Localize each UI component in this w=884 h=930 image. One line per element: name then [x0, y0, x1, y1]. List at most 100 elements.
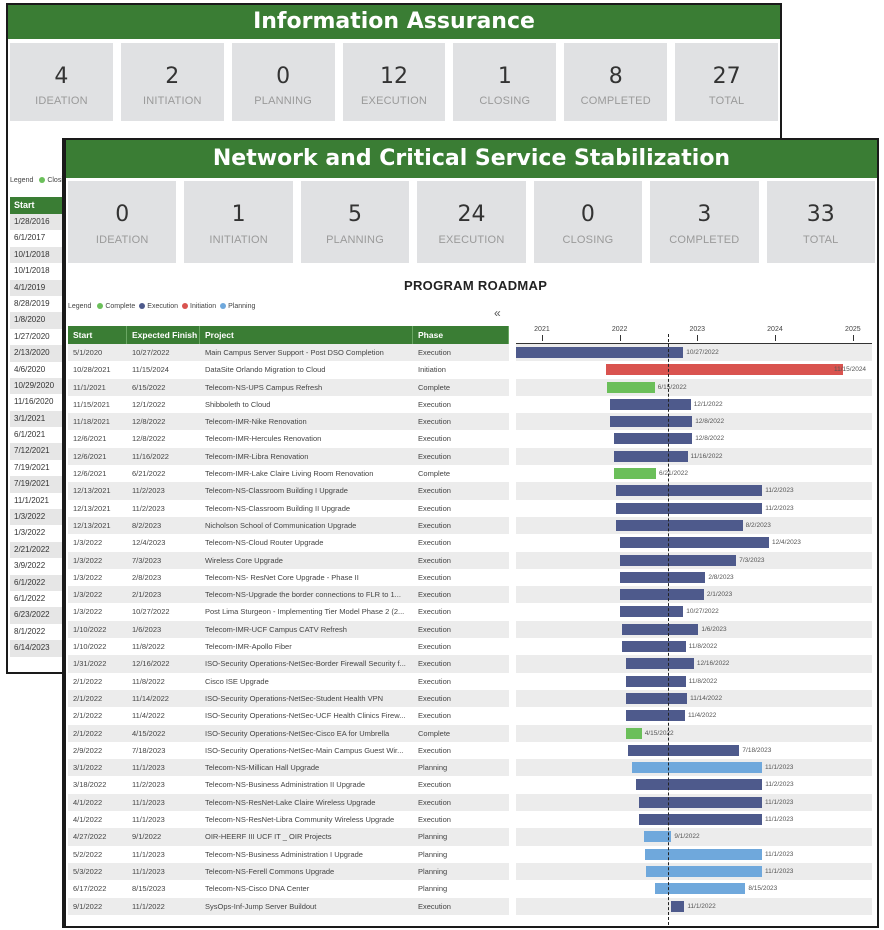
gantt-bar[interactable] — [615, 502, 763, 514]
table-row[interactable]: 4/1/2022 11/1/2023 Telecom-NS-ResNet-Libra… — [68, 811, 509, 828]
table-row[interactable]: 9/1/2022 11/1/2022 SysOps-Inf-Jump Server … — [68, 897, 509, 915]
gantt-bar[interactable] — [626, 692, 688, 704]
table-row[interactable]: 5/2/2022 11/1/2023 Telecom-NS-Business Adm… — [68, 846, 509, 863]
table-row[interactable]: 3/1/2022 11/1/2023 Telecom-NS-Millican Hal… — [68, 759, 509, 777]
table-row[interactable]: 2/1/2022 11/14/2022 ISO-Security Operation… — [68, 689, 509, 708]
table-row[interactable]: 12/13/2021 11/2/2023 Telecom-NS-Classroom … — [68, 482, 509, 500]
column-header-phase[interactable]: Phase — [413, 326, 509, 344]
start-date-cell: 2/13/2020 — [10, 345, 64, 362]
table-row[interactable]: 12/6/2021 12/8/2022 Telecom-IMR-Hercules R… — [68, 430, 509, 447]
today-marker-line — [668, 334, 669, 926]
gantt-bar[interactable] — [638, 796, 762, 808]
gantt-bar[interactable] — [632, 762, 762, 774]
gantt-bar-label: 11/2/2023 — [765, 504, 794, 512]
start-cell: 4/27/2022 — [73, 832, 107, 842]
table-row[interactable]: 11/15/2021 12/1/2022 Shibboleth to Cloud Ex… — [68, 396, 509, 413]
gantt-bar[interactable] — [621, 641, 686, 653]
finish-cell: 8/15/2023 — [132, 884, 166, 894]
table-row[interactable]: 10/28/2021 11/15/2024 DataSite Orlando Mig… — [68, 361, 509, 378]
table-row[interactable]: 1/3/2022 2/8/2023 Telecom-NS- ResNet Core … — [68, 569, 509, 586]
gantt-bar[interactable] — [615, 485, 763, 497]
gantt-bar[interactable] — [620, 606, 684, 618]
finish-cell: 12/16/2022 — [132, 659, 170, 669]
gantt-bar[interactable] — [615, 519, 743, 531]
project-cell: Telecom-IMR-UCF Campus CATV Refresh — [205, 624, 347, 634]
gantt-bar[interactable] — [638, 814, 762, 826]
gantt-bar-label: 11/16/2022 — [690, 452, 723, 460]
gantt-bar[interactable] — [621, 623, 699, 635]
kpi-tile-initiation: 2 INITIATION — [120, 43, 224, 121]
table-row[interactable]: 12/13/2021 11/2/2023 Telecom-NS-Classroom … — [68, 500, 509, 517]
gantt-bar[interactable] — [671, 900, 685, 912]
start-cell: 12/6/2021 — [73, 469, 107, 479]
table-row[interactable]: 11/18/2021 12/8/2022 Telecom-IMR-Nike Reno… — [68, 413, 509, 431]
gantt-bar[interactable] — [610, 416, 693, 428]
table-row[interactable]: 11/1/2021 6/15/2022 Telecom-NS-UPS Campus … — [68, 378, 509, 396]
kpi-tile-closing: 0 CLOSING — [533, 181, 643, 263]
table-row[interactable]: 1/10/2022 1/6/2023 Telecom-IMR-UCF Campus … — [68, 620, 509, 639]
gantt-bar[interactable] — [635, 779, 763, 791]
table-row[interactable]: 1/3/2022 2/1/2023 Telecom-NS-Upgrade the b… — [68, 586, 509, 604]
network-stabilization-panel: Network and Critical Service Stabilizati… — [64, 138, 879, 928]
column-header-expected-finish[interactable]: Expected Finish — [127, 326, 200, 344]
gantt-bar[interactable] — [614, 433, 693, 445]
start-column-header[interactable]: Start — [10, 197, 64, 214]
phase-cell: Execution — [418, 399, 451, 409]
table-row[interactable]: 4/1/2022 11/1/2023 Telecom-NS-ResNet-Lake … — [68, 793, 509, 812]
column-header-project[interactable]: Project — [200, 326, 413, 344]
gantt-bar[interactable] — [626, 727, 642, 739]
gantt-bar[interactable] — [620, 537, 769, 549]
table-row[interactable]: 12/13/2021 8/2/2023 Nicholson School of Co… — [68, 516, 509, 535]
table-row[interactable]: 12/6/2021 11/16/2022 Telecom-IMR-Libra Ren… — [68, 447, 509, 466]
legend-label: Legend — [10, 177, 34, 184]
gantt-bar[interactable] — [609, 398, 691, 410]
table-row[interactable]: 2/1/2022 4/15/2022 ISO-Security Operations… — [68, 724, 509, 742]
start-cell: 2/1/2022 — [73, 693, 103, 703]
finish-cell: 11/1/2023 — [132, 763, 165, 773]
table-row[interactable]: 1/10/2022 11/8/2022 Telecom-IMR-Apollo Fib… — [68, 638, 509, 655]
table-row[interactable]: 6/17/2022 8/15/2023 Telecom-NS-Cisco DNA C… — [68, 880, 509, 897]
table-body: 5/1/2020 10/27/2022 Main Campus Server Sup… — [68, 344, 509, 915]
table-row[interactable]: 2/1/2022 11/4/2022 ISO-Security Operations… — [68, 707, 509, 724]
gantt-bar[interactable] — [620, 589, 704, 601]
table-row[interactable]: 1/31/2022 12/16/2022 ISO-Security Operatio… — [68, 655, 509, 673]
gantt-bar[interactable] — [606, 381, 655, 393]
project-cell: Telecom-NS-Cisco DNA Center — [205, 884, 310, 894]
gantt-bar[interactable] — [645, 848, 762, 860]
gantt-bar[interactable] — [614, 468, 656, 480]
gantt-bar[interactable] — [516, 347, 684, 358]
start-date-cell: 6/14/2023 — [10, 640, 64, 657]
table-row[interactable]: 1/3/2022 7/3/2023 Wireless Core Upgrade Exe… — [68, 551, 509, 569]
start-cell: 11/18/2021 — [73, 417, 110, 427]
table-row[interactable]: 5/3/2022 11/1/2023 Telecom-NS-Ferell Commo… — [68, 862, 509, 881]
gantt-bar[interactable] — [614, 450, 688, 462]
gantt-bar[interactable] — [626, 710, 685, 722]
gantt-bar-label: 7/18/2023 — [742, 746, 772, 754]
gantt-bar[interactable] — [626, 658, 694, 670]
gantt-bar-label: 11/4/2022 — [687, 712, 717, 720]
phase-cell: Execution — [418, 417, 451, 427]
table-row[interactable]: 3/18/2022 11/2/2023 Telecom-NS-Business Ad… — [68, 776, 509, 793]
gantt-bar[interactable] — [620, 571, 706, 583]
gantt-bar-label: 8/15/2023 — [748, 885, 778, 893]
gantt-row: 11/4/2022 — [516, 707, 872, 724]
collapse-chevron-icon[interactable]: « — [494, 306, 501, 320]
gantt-bar[interactable] — [626, 675, 686, 687]
table-row[interactable]: 2/9/2022 7/18/2023 ISO-Security Operations… — [68, 742, 509, 759]
gantt-bar[interactable] — [645, 865, 762, 877]
kpi-tile-initiation: 1 INITIATION — [184, 181, 293, 263]
table-row[interactable]: 4/27/2022 9/1/2022 OIR-HEERF III UCF IT _ … — [68, 828, 509, 846]
table-row[interactable]: 5/1/2020 10/27/2022 Main Campus Server Sup… — [68, 344, 509, 362]
gantt-bar[interactable] — [627, 744, 740, 756]
start-date-cell: 6/1/2021 — [14, 430, 46, 440]
table-row[interactable]: 1/3/2022 10/27/2022 Post Lima Sturgeon - I… — [68, 603, 509, 620]
table-row[interactable]: 12/6/2021 6/21/2022 Telecom-IMR-Lake Clair… — [68, 465, 509, 482]
column-header-start[interactable]: Start — [68, 326, 127, 344]
gantt-bar-label: 2/8/2023 — [708, 573, 734, 581]
table-row[interactable]: 2/1/2022 11/8/2022 Cisco ISE Upgrade Execut… — [68, 673, 509, 690]
finish-cell: 11/1/2022 — [132, 901, 165, 911]
gantt-bar[interactable] — [605, 364, 843, 376]
gantt-bar[interactable] — [620, 554, 737, 566]
table-row[interactable]: 1/3/2022 12/4/2023 Telecom-NS-Cloud Router… — [68, 534, 509, 551]
project-cell: ISO-Security Operations-NetSec-Cisco EA … — [205, 728, 390, 738]
